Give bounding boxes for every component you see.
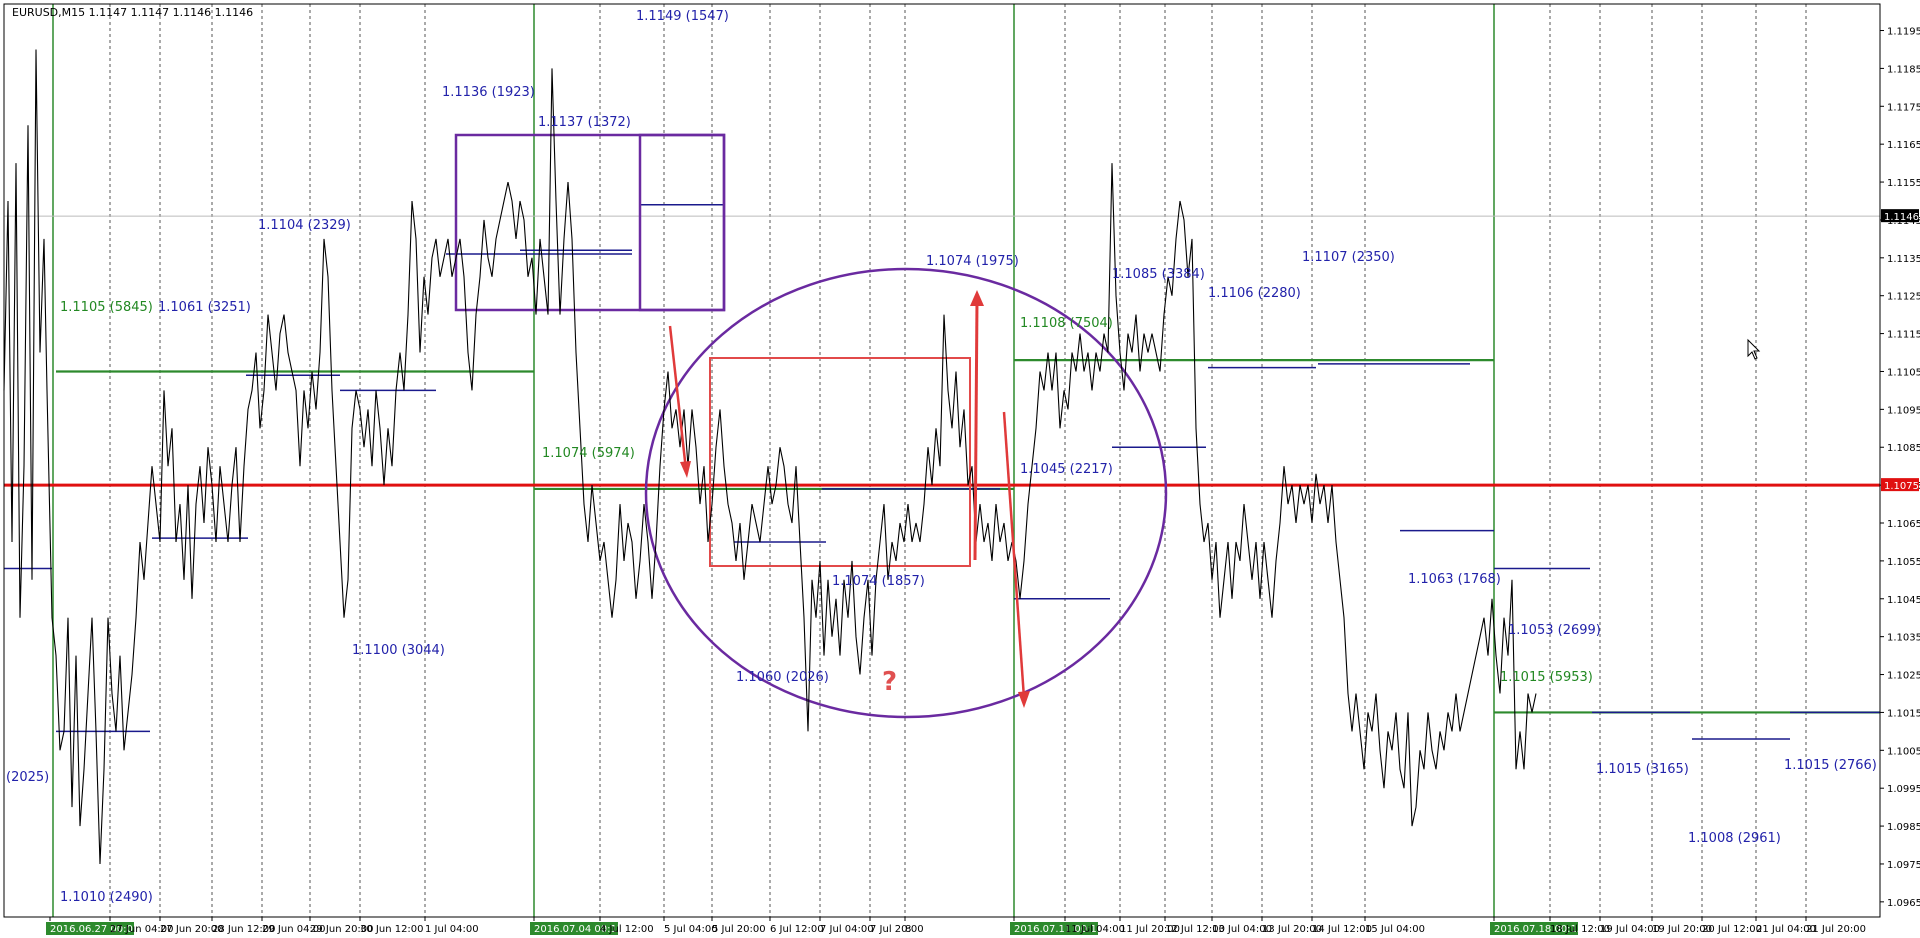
arrows — [668, 290, 1030, 708]
x-tick-label: 20 Jul 12:00 — [1702, 924, 1762, 935]
y-tick-label: 1.1135 — [1887, 254, 1920, 265]
y-tick-label: 1.1035 — [1887, 633, 1920, 644]
x-tick-label: 19 Jul 04:00 — [1600, 924, 1660, 935]
x-axis: 2016.06.27 00:0027 Jun 04:0027 Jun 20:00… — [46, 917, 1866, 935]
y-tick-label: 1.0975 — [1887, 860, 1920, 871]
price-chart[interactable]: ? 1.1105 (5845) 1.1074 (5974) 1.1108 (7504… — [0, 0, 1920, 938]
weekly-level-label: 1.1105 (5845) — [60, 300, 153, 315]
purple-box-left — [454, 133, 726, 312]
arrow-up — [973, 299, 979, 561]
level-lines — [4, 4, 1880, 917]
daily-level-label: 1.1149 (1547) — [636, 9, 729, 24]
daily-level-label: 1.1136 (1923) — [442, 85, 535, 100]
daily-level-label: 1.1061 (3251) — [158, 300, 251, 315]
arrow-up-head — [970, 290, 984, 306]
arrow-down-left-head — [680, 461, 691, 478]
arrow-down-left — [668, 325, 688, 471]
daily-level-label: 1.1106 (2280) — [1208, 286, 1301, 301]
level-labels: 1.1105 (5845) 1.1074 (5974) 1.1108 (7504) 1… — [6, 9, 1877, 905]
y-tick-label: 1.1165 — [1887, 140, 1920, 151]
x-tick-label: 11 Jul 04:00 — [1065, 924, 1125, 935]
daily-level-label: 1.1074 (1857) — [832, 574, 925, 589]
daily-level-label: 1.1008 (2961) — [1688, 831, 1781, 846]
x-tick-label: 21 Jul 20:00 — [1806, 924, 1866, 935]
x-tick-label: 4 Jul 12:00 — [600, 924, 654, 935]
x-tick-label: 8 — [905, 924, 911, 935]
x-tick-label: 7 Jul 20:00 — [870, 924, 924, 935]
daily-level-label: 1.1045 (2217) — [1020, 462, 1113, 477]
x-tick-label: 5 Jul 20:00 — [712, 924, 766, 935]
weekly-level-label: 1.1074 (5974) — [542, 446, 635, 461]
daily-level-label: (2025) — [6, 770, 49, 785]
x-tick-label: 7 Jul 04:00 — [820, 924, 874, 935]
y-tick-label: 1.1155 — [1887, 178, 1920, 189]
y-tick-label: 1.1195 — [1887, 27, 1920, 38]
question-mark: ? — [882, 667, 897, 697]
y-tick-label: 1.0965 — [1887, 898, 1920, 909]
daily-level-label: 1.1137 (1372) — [538, 115, 631, 130]
y-tick-label: 1.0995 — [1887, 784, 1920, 795]
x-tick-label: 6 Jul 12:00 — [770, 924, 824, 935]
y-tick-label: 1.1175 — [1887, 102, 1920, 113]
weekly-level-label: 1.1015 (5953) — [1500, 670, 1593, 685]
daily-level-label: 1.1085 (3384) — [1112, 267, 1205, 282]
daily-level-label: 1.1107 (2350) — [1302, 250, 1395, 265]
y-tick-label: 1.1055 — [1887, 557, 1920, 568]
daily-level-label: 1.1060 (2026) — [736, 670, 829, 685]
arrow-down-right-head — [1018, 691, 1030, 708]
current-price-tag: 1.1146 — [1884, 212, 1919, 223]
daily-level-label: 1.1015 (3165) — [1596, 762, 1689, 777]
y-tick-label: 1.1125 — [1887, 292, 1920, 303]
purple-ellipse — [644, 267, 1168, 719]
purple-box-right — [638, 133, 726, 312]
key-level-tag: 1.1075 — [1884, 481, 1919, 492]
x-tick-label: 30 Jun 12:00 — [360, 924, 424, 935]
chart-title: EURUSD,M15 1.1147 1.1147 1.1146 1.1146 — [12, 6, 253, 19]
x-tick-label: 14 Jul 12:00 — [1312, 924, 1372, 935]
daily-level-label: 1.1010 (2490) — [60, 890, 153, 905]
cursor-icon — [1747, 338, 1761, 360]
daily-level-label: 1.1053 (2699) — [1508, 623, 1601, 638]
daily-level-label: 1.1074 (1975) — [926, 254, 1019, 269]
x-tick-label: 1 Jul 04:00 — [425, 924, 479, 935]
axes — [3, 3, 1881, 918]
y-tick-label: 1.0985 — [1887, 822, 1920, 833]
chart-gridlines — [109, 4, 1807, 917]
y-tick-label: 1.1095 — [1887, 405, 1920, 416]
y-tick-label: 1.1115 — [1887, 330, 1920, 341]
daily-level-label: 1.1063 (1768) — [1408, 572, 1501, 587]
y-tick-label: 1.1185 — [1887, 64, 1920, 75]
y-tick-label: 1.1025 — [1887, 671, 1920, 682]
y-tick-label: 1.1085 — [1887, 443, 1920, 454]
daily-level-label: 1.1100 (3044) — [352, 643, 445, 658]
y-tick-label: 1.1105 — [1887, 367, 1920, 378]
y-tick-label: 1.1015 — [1887, 708, 1920, 719]
y-tick-label: 1.1005 — [1887, 746, 1920, 757]
daily-level-label: 1.1015 (2766) — [1784, 758, 1877, 773]
weekly-level-label: 1.1108 (7504) — [1020, 316, 1113, 331]
y-tick-label: 1.1065 — [1887, 519, 1920, 530]
y-tick-label: 1.1045 — [1887, 595, 1920, 606]
x-tick-label: 15 Jul 04:00 — [1365, 924, 1425, 935]
daily-level-label: 1.1104 (2329) — [258, 218, 351, 233]
x-tick-label: 5 Jul 04:00 — [664, 924, 718, 935]
y-axis: 1.11951.11851.11751.11651.11551.11451.11… — [1880, 27, 1920, 909]
plot-frame — [3, 3, 1881, 918]
